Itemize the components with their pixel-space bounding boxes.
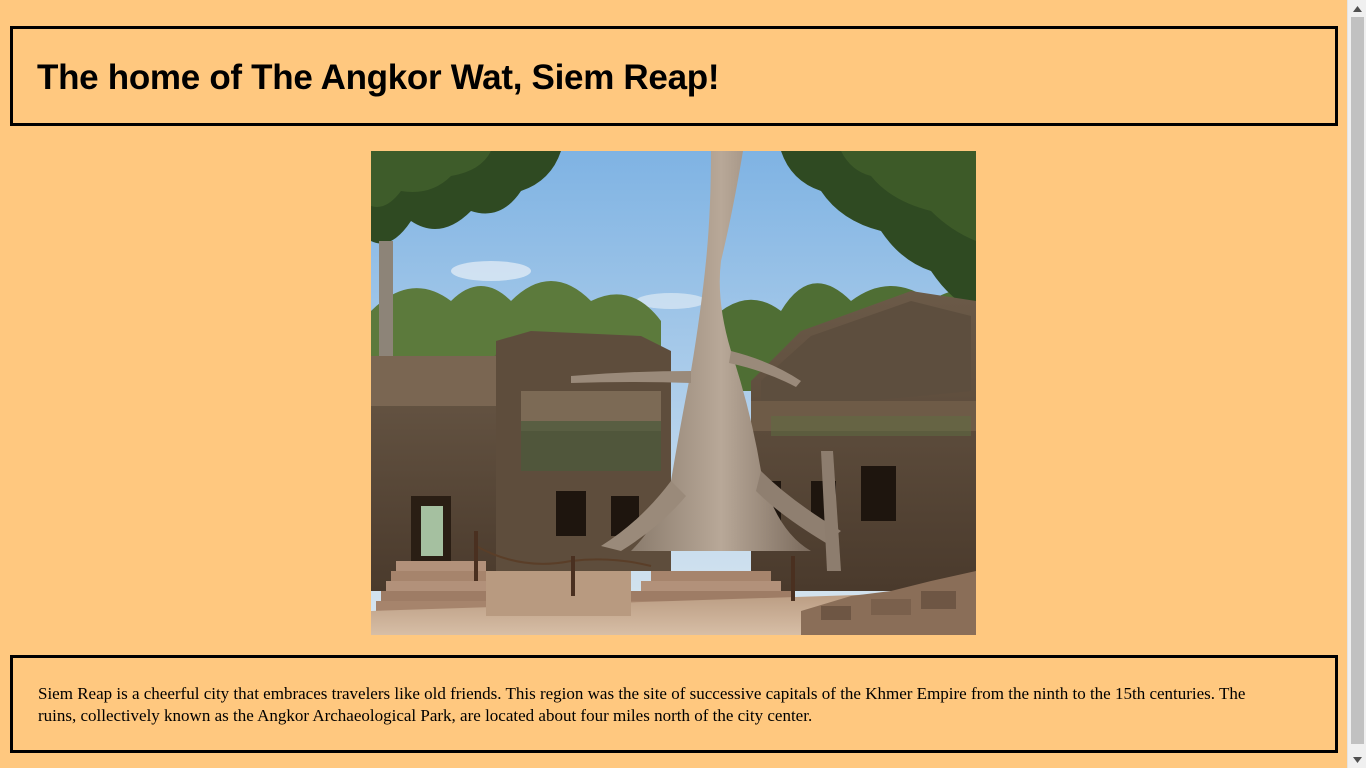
page-title: The home of The Angkor Wat, Siem Reap! [37, 58, 720, 97]
header-box: The home of The Angkor Wat, Siem Reap! [10, 26, 1338, 126]
temple-photo [371, 151, 976, 635]
temple-photo-illustration [371, 151, 976, 635]
scroll-down-arrow-icon[interactable] [1348, 751, 1366, 768]
scroll-up-arrow-icon[interactable] [1348, 0, 1366, 17]
scrollbar-thumb[interactable] [1351, 17, 1364, 744]
description-text: Siem Reap is a cheerful city that embrac… [38, 684, 1246, 725]
description-box: Siem Reap is a cheerful city that embrac… [10, 655, 1338, 753]
vertical-scrollbar[interactable] [1347, 0, 1366, 768]
page: The home of The Angkor Wat, Siem Reap! S… [0, 0, 1347, 768]
